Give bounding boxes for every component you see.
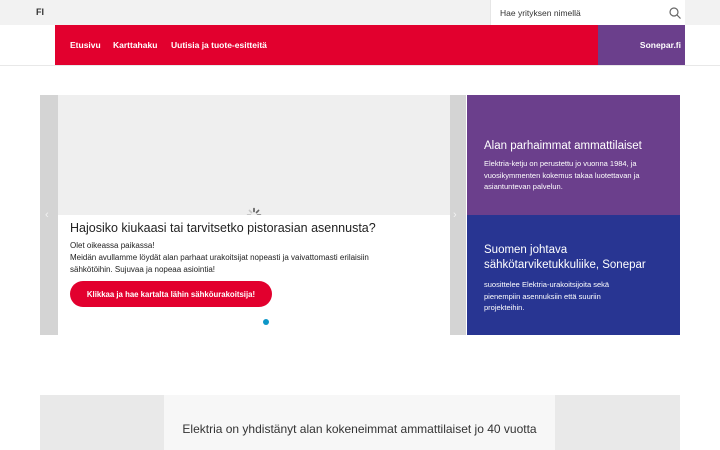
main-navigation: Etusivu Karttahaku Uutisia ja tuote-esit…	[0, 25, 720, 66]
slide-line-1: Olet oikeassa paikassa!	[70, 241, 155, 250]
top-bar: FI	[0, 0, 720, 25]
find-contractor-button[interactable]: Klikkaa ja hae kartalta lähin sähköurako…	[70, 281, 272, 307]
nav-item-uutisia[interactable]: Uutisia ja tuote-esitteitä	[171, 40, 267, 50]
slide-line-2: Meidän avullamme löydät alan parhaat ura…	[70, 253, 369, 274]
slide-caption-card: Hajosiko kiukaasi tai tarvitsetko pistor…	[58, 215, 450, 335]
nav-item-sonepar[interactable]: Sonepar.fi	[598, 25, 685, 65]
panel-title: Alan parhaimmat ammattilaiset	[484, 140, 642, 152]
carousel-left-edge	[40, 95, 58, 335]
carousel-prev-arrow-icon[interactable]: ‹	[45, 209, 49, 221]
bottom-heading: Elektria on yhdistänyt alan kokeneimmat …	[182, 422, 537, 436]
panel-title: Suomen johtava sähkötarviketukkuliike, S…	[484, 244, 646, 271]
language-selector[interactable]: FI	[36, 7, 44, 17]
nav-item-karttahaku[interactable]: Karttahaku	[113, 40, 157, 50]
bottom-banner-content: Elektria on yhdistänyt alan kokeneimmat …	[164, 395, 555, 450]
search-icon[interactable]	[668, 6, 682, 20]
search-box	[490, 0, 685, 25]
info-panel-sonepar[interactable]: Suomen johtava sähkötarviketukkuliike, S…	[467, 215, 680, 335]
info-panel-professionals[interactable]: Alan parhaimmat ammattilaiset Elektria-k…	[467, 95, 680, 215]
slide-title: Hajosiko kiukaasi tai tarvitsetko pistor…	[70, 221, 376, 235]
sonepar-link-label: Sonepar.fi	[639, 40, 681, 50]
nav-bar: Etusivu Karttahaku Uutisia ja tuote-esit…	[55, 25, 598, 65]
carousel-dot-active[interactable]	[263, 319, 269, 325]
hero-carousel: ‹ › Hajosiko kiukaasi tai tarvitsetko pi…	[40, 95, 466, 335]
company-search-input[interactable]	[500, 6, 660, 20]
carousel-next-arrow-icon[interactable]: ›	[453, 209, 457, 221]
panel-text: Elektria-ketju on perustettu jo vuonna 1…	[484, 159, 640, 191]
bottom-banner: Elektria on yhdistänyt alan kokeneimmat …	[40, 395, 680, 450]
panel-text: suosittelee Elektria-urakoitsijoita sekä…	[484, 280, 610, 312]
nav-item-etusivu[interactable]: Etusivu	[70, 40, 101, 50]
slide-description: Olet oikeassa paikassa! Meidän avullamme…	[70, 240, 410, 276]
